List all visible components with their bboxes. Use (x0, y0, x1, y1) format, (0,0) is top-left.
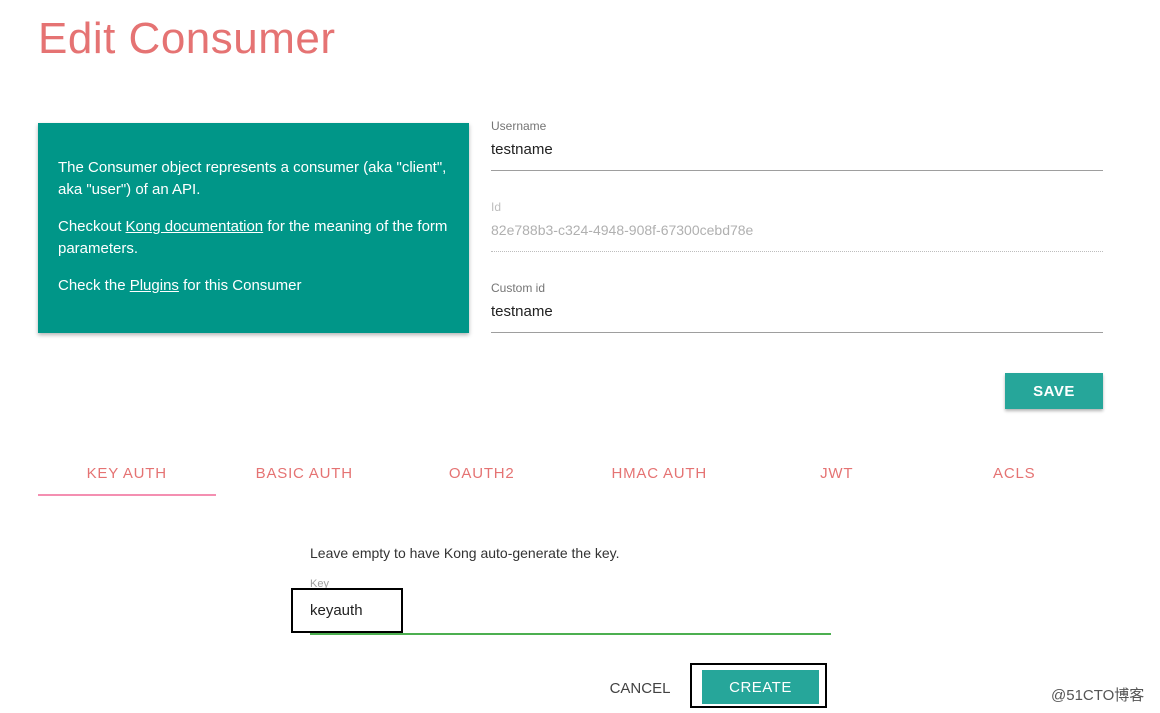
custom-id-label: Custom id (491, 281, 546, 295)
tab-acls[interactable]: ACLS (926, 455, 1104, 497)
username-value[interactable]: testname (491, 141, 553, 158)
key-highlight-box (291, 588, 403, 633)
info-plugins-suffix: for this Consumer (178, 277, 302, 294)
username-underline (491, 170, 1103, 171)
save-button[interactable]: SAVE (1005, 373, 1103, 409)
info-plugins-line: Check the Plugins for this Consumer (58, 275, 449, 297)
info-docs-prefix: Checkout (58, 218, 126, 235)
tab-key-auth[interactable]: KEY AUTH (38, 455, 216, 497)
key-underline (310, 633, 831, 635)
plugins-link[interactable]: Plugins (130, 277, 179, 294)
kong-documentation-link[interactable]: Kong documentation (126, 218, 264, 235)
tab-oauth2[interactable]: OAUTH2 (393, 455, 571, 497)
tab-hmac-auth[interactable]: HMAC AUTH (571, 455, 749, 497)
watermark: @51CTO博客 (1051, 687, 1145, 704)
id-underline (491, 251, 1103, 252)
info-plugins-prefix: Check the (58, 277, 130, 294)
tab-basic-auth[interactable]: BASIC AUTH (216, 455, 394, 497)
id-label: Id (491, 200, 502, 214)
custom-id-underline (491, 332, 1103, 333)
tab-jwt[interactable]: JWT (748, 455, 926, 497)
info-card: The Consumer object represents a consume… (38, 123, 469, 333)
page-title: Edit Consumer (38, 14, 336, 63)
custom-id-value[interactable]: testname (491, 303, 553, 320)
info-description: The Consumer object represents a consume… (58, 159, 447, 198)
info-docs-line: Checkout Kong documentation for the mean… (58, 216, 449, 260)
id-value: 82e788b3-c324-4948-908f-67300cebd78e (491, 222, 754, 238)
key-auth-hint: Leave empty to have Kong auto-generate t… (310, 545, 620, 561)
active-tab-indicator (38, 494, 216, 496)
cancel-button[interactable]: CANCEL (598, 672, 682, 704)
create-highlight-box (690, 663, 827, 708)
username-label: Username (491, 119, 547, 133)
auth-tabs: KEY AUTH BASIC AUTH OAUTH2 HMAC AUTH JWT… (38, 455, 1103, 497)
